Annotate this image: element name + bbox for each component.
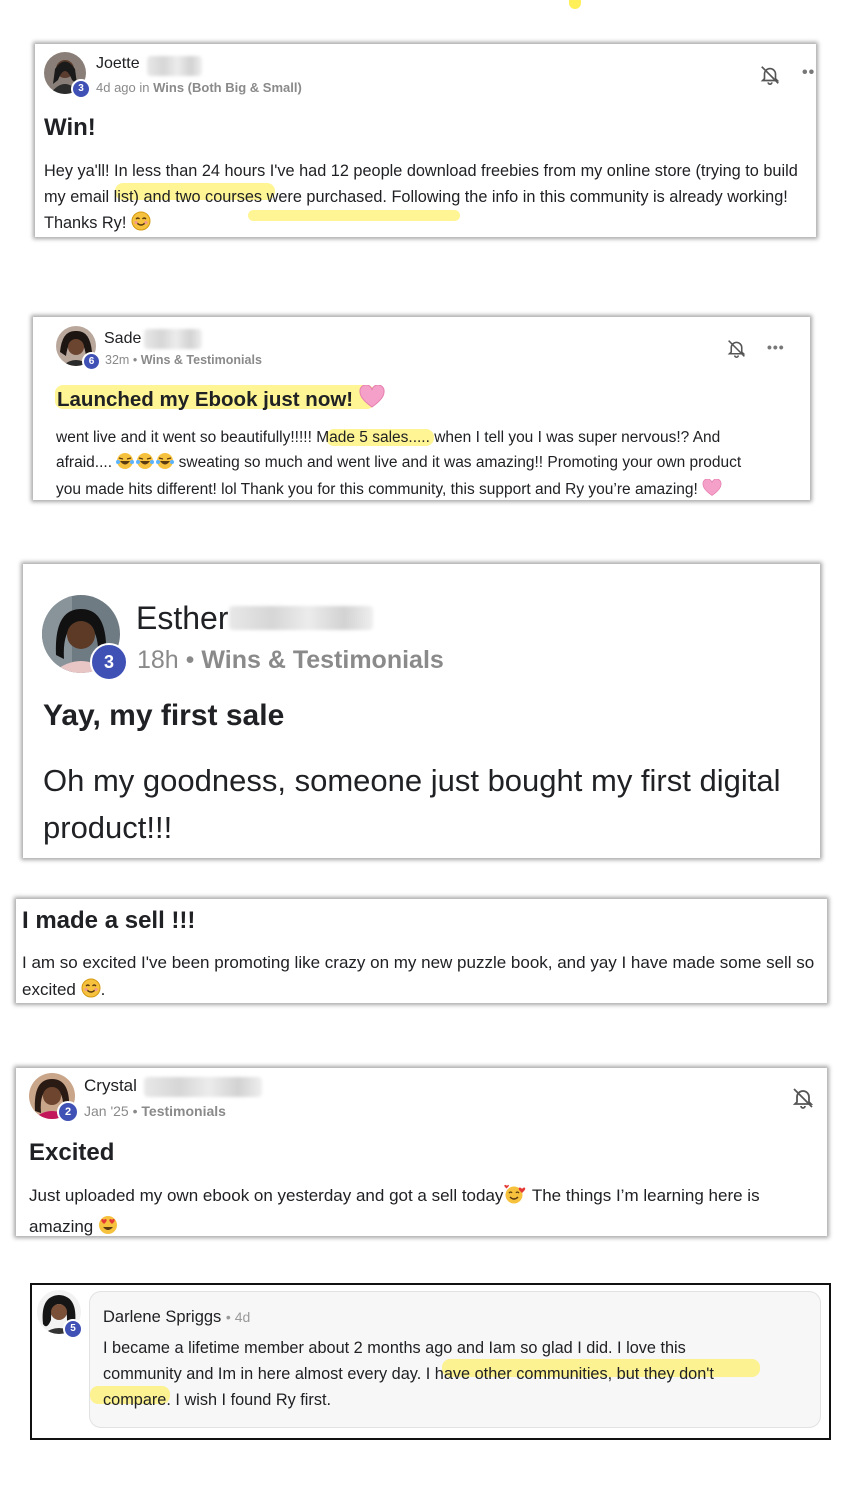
post-title[interactable]: Yay, my first sale: [43, 699, 284, 733]
post-time: 18h: [137, 646, 179, 674]
post-body: Hey ya'll! In less than 24 hours I've ha…: [44, 158, 819, 239]
comment-body: I became a lifetime member about 2 month…: [103, 1339, 714, 1409]
post-time: 32m: [105, 353, 130, 367]
author-name[interactable]: Joette: [96, 55, 140, 73]
post-body: Just uploaded my own ebook on yesterday …: [29, 1182, 824, 1244]
blurred-surname: [229, 606, 373, 630]
post-meta: 32m • Wins & Testimonials: [105, 353, 262, 367]
post-card-crystal: 2 Crystal Jan '25 • Testimonials Excited…: [16, 1068, 827, 1236]
more-dots-icon[interactable]: •••: [767, 339, 785, 355]
post-card-sade: 6 Sade 32m • Wins & Testimonials ••• Lau…: [33, 317, 810, 500]
post-card-joette: 3 Joette 4d ago in Wins (Both Big & Smal…: [35, 44, 816, 237]
post-meta: 4d ago in Wins (Both Big & Small): [96, 80, 302, 95]
blurred-surname: [144, 329, 202, 349]
heart-icon: [702, 478, 722, 506]
blurred-surname: [147, 56, 202, 76]
author-name[interactable]: Crystal: [84, 1076, 137, 1096]
bell-off-icon[interactable]: [791, 1086, 815, 1115]
more-dots-icon[interactable]: ••: [802, 64, 815, 82]
comment-bubble: Darlene Spriggs • 4d I became a lifetime…: [89, 1291, 821, 1428]
level-badge: 3: [90, 643, 128, 681]
author-name[interactable]: Darlene Spriggs • 4d: [103, 1308, 250, 1327]
highlight-mark: [569, 0, 581, 9]
post-meta: 18h • Wins & Testimonials: [137, 646, 444, 674]
level-badge: 5: [63, 1319, 83, 1339]
post-category[interactable]: Testimonials: [141, 1103, 226, 1119]
blurred-surname: [144, 1077, 262, 1097]
post-category[interactable]: Wins (Both Big & Small): [153, 80, 302, 95]
smile-icon: [131, 211, 151, 239]
post-title[interactable]: Win!: [44, 114, 96, 142]
bell-off-icon[interactable]: [726, 338, 747, 364]
level-badge: 3: [71, 79, 91, 99]
post-category[interactable]: Wins & Testimonials: [201, 646, 443, 674]
post-time: 4d ago in: [96, 80, 150, 95]
post-body: Oh my goodness, someone just bought my f…: [43, 763, 781, 845]
level-badge: 6: [82, 352, 101, 371]
author-name[interactable]: Esther: [136, 600, 228, 637]
post-title[interactable]: Excited: [29, 1139, 114, 1167]
post-body: went live and it went so beautifully!!!!…: [56, 426, 806, 506]
heart-eyes-icon: [98, 1215, 118, 1244]
bell-off-icon[interactable]: [759, 64, 781, 91]
comment-frame: 5 Darlene Spriggs • 4d I became a lifeti…: [30, 1283, 831, 1440]
post-title[interactable]: I made a sell !!!: [22, 907, 195, 935]
post-meta: Jan '25 • Testimonials: [84, 1103, 226, 1119]
post-category[interactable]: Wins & Testimonials: [141, 353, 262, 367]
laugh-tears-icon: [116, 452, 175, 479]
post-title[interactable]: Launched my Ebook just now!: [57, 384, 385, 415]
post-time: Jan '25: [84, 1103, 129, 1119]
post-card-sell: I made a sell !!! I am so excited I've b…: [16, 899, 827, 1003]
smiling-hearts-icon: [503, 1184, 527, 1213]
comment-time: 4d: [234, 1309, 251, 1325]
author-name[interactable]: Sade: [104, 330, 141, 348]
post-body: I am so excited I've been promoting like…: [22, 949, 827, 1006]
heart-icon: [359, 384, 385, 415]
smile-icon: [81, 978, 101, 1006]
post-card-esther: 3 Esther 18h • Wins & Testimonials Yay, …: [23, 564, 820, 858]
level-badge: 2: [57, 1101, 79, 1123]
